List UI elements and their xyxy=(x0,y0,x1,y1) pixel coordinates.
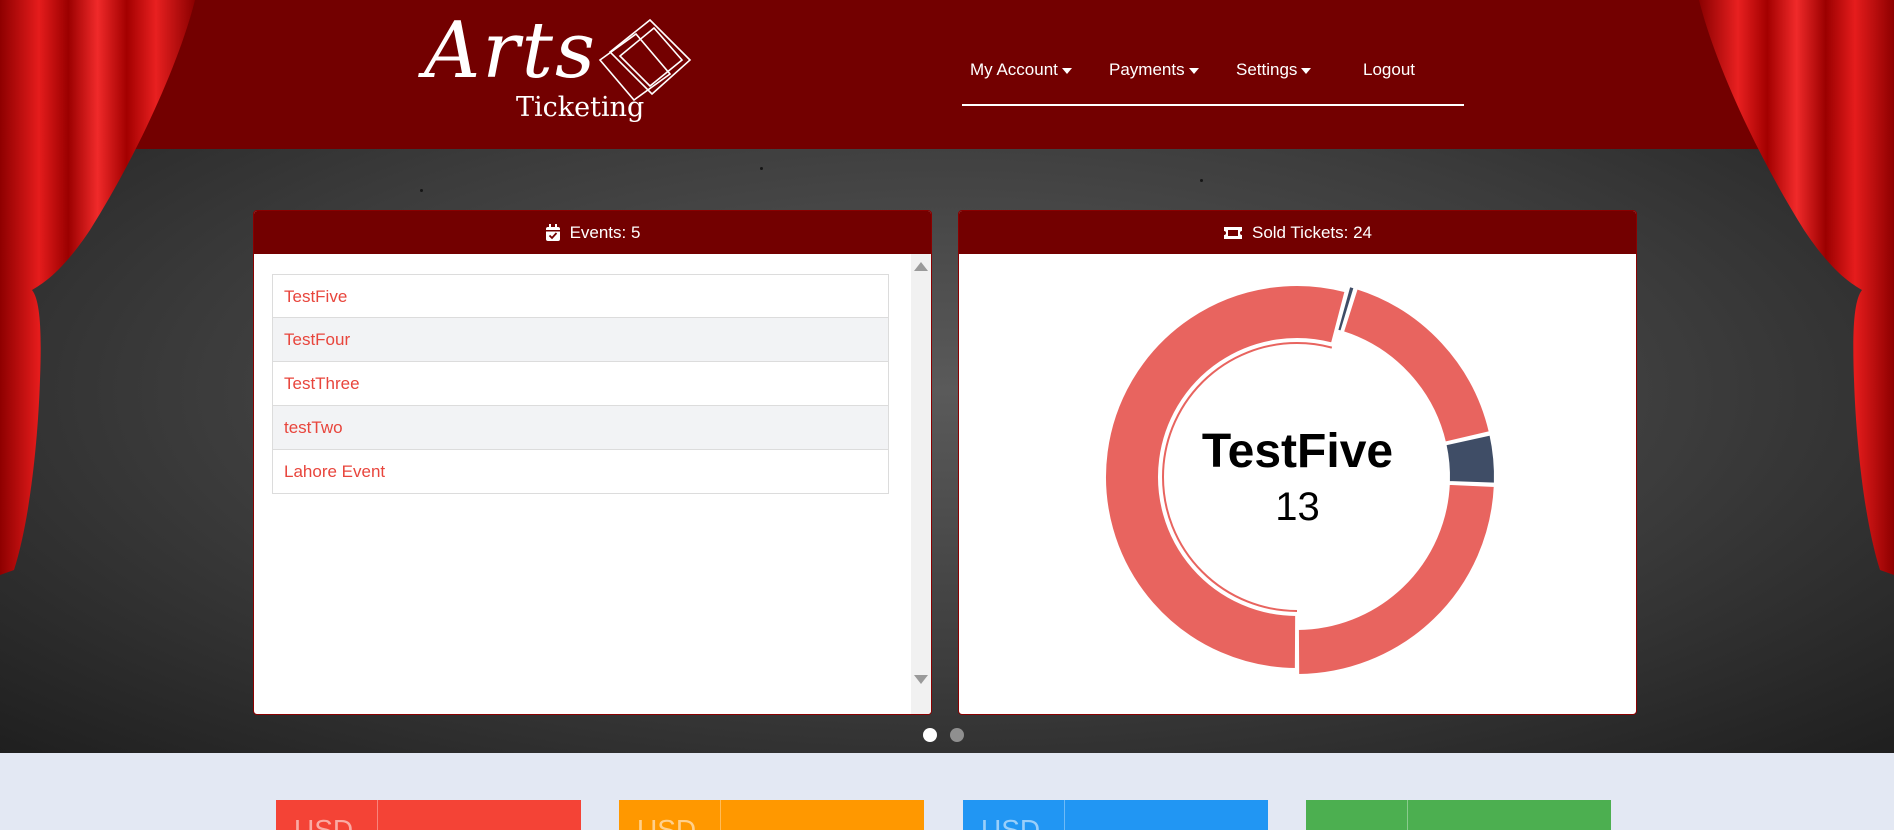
events-card-header: Events: 5 xyxy=(254,211,931,254)
stage-texture xyxy=(760,167,763,170)
logo-ticket-icon xyxy=(598,18,692,102)
stage-texture xyxy=(1200,179,1203,182)
event-item-testthree[interactable]: TestThree xyxy=(272,362,889,406)
donut-center-value: 13 xyxy=(1275,485,1320,529)
nav-settings-label: Settings xyxy=(1236,60,1298,79)
caret-down-icon xyxy=(1188,67,1199,74)
logo-sub-text: Ticketing xyxy=(516,92,645,123)
event-item-lahore-event[interactable]: Lahore Event xyxy=(272,450,889,494)
nav-payments[interactable]: Payments xyxy=(1109,60,1199,80)
logo-script-text: Arts xyxy=(424,6,597,96)
stat-tile-4-icon-area xyxy=(1306,800,1408,830)
scroll-up-arrow-icon[interactable] xyxy=(914,262,928,271)
caret-down-icon xyxy=(1301,67,1312,74)
right-curtain-image xyxy=(1699,0,1894,575)
calendar-check-icon xyxy=(545,223,560,241)
stat-tile-2-label: USD xyxy=(637,814,697,830)
stat-tile-2: USD xyxy=(619,800,924,830)
stat-tile-1-label: USD xyxy=(294,814,354,830)
sold-tickets-donut-chart[interactable] xyxy=(959,254,1636,714)
nav-my-account[interactable]: My Account xyxy=(970,60,1072,80)
events-card: Events: 5 TestFive TestFour TestThree te… xyxy=(253,210,932,715)
nav-settings[interactable]: Settings xyxy=(1236,60,1312,80)
carousel-dot-2[interactable] xyxy=(950,728,964,742)
events-scrollbar[interactable] xyxy=(911,254,931,714)
sold-tickets-card-title: Sold Tickets: 24 xyxy=(1251,222,1372,242)
stat-tile-4 xyxy=(1306,800,1611,830)
sold-tickets-card: Sold Tickets: 24 TestFive 13 xyxy=(958,210,1637,715)
stage-texture xyxy=(420,189,423,192)
events-list: TestFive TestFour TestThree testTwo Laho… xyxy=(272,274,889,494)
ticket-icon xyxy=(1223,226,1242,239)
arts-ticketing-logo[interactable]: Arts Ticketing xyxy=(420,6,700,135)
stat-tile-3: USD xyxy=(963,800,1268,830)
nav-logout-label: Logout xyxy=(1363,60,1415,79)
top-header: Arts Ticketing My Account Payments Setti… xyxy=(0,0,1894,149)
event-item-testfour[interactable]: TestFour xyxy=(272,318,889,362)
nav-logout[interactable]: Logout xyxy=(1363,60,1415,80)
donut-center-title: TestFive xyxy=(1201,425,1394,478)
donut-slice-3[interactable] xyxy=(1341,287,1492,444)
main-nav: My Account Payments Settings Logout xyxy=(962,54,1464,106)
carousel-pagination xyxy=(923,728,964,742)
event-item-testfive[interactable]: TestFive xyxy=(272,274,889,318)
caret-down-icon xyxy=(1061,67,1072,74)
left-curtain-image xyxy=(0,0,195,575)
stat-tile-3-label: USD xyxy=(981,814,1041,830)
nav-my-account-label: My Account xyxy=(970,60,1058,79)
carousel-dot-1[interactable] xyxy=(923,728,937,742)
nav-payments-label: Payments xyxy=(1109,60,1185,79)
event-item-testtwo[interactable]: testTwo xyxy=(272,406,889,450)
events-card-title: Events: 5 xyxy=(569,222,641,242)
scroll-down-arrow-icon[interactable] xyxy=(914,675,928,684)
stat-tile-1: USD xyxy=(276,800,581,830)
sold-tickets-card-header: Sold Tickets: 24 xyxy=(959,211,1636,254)
